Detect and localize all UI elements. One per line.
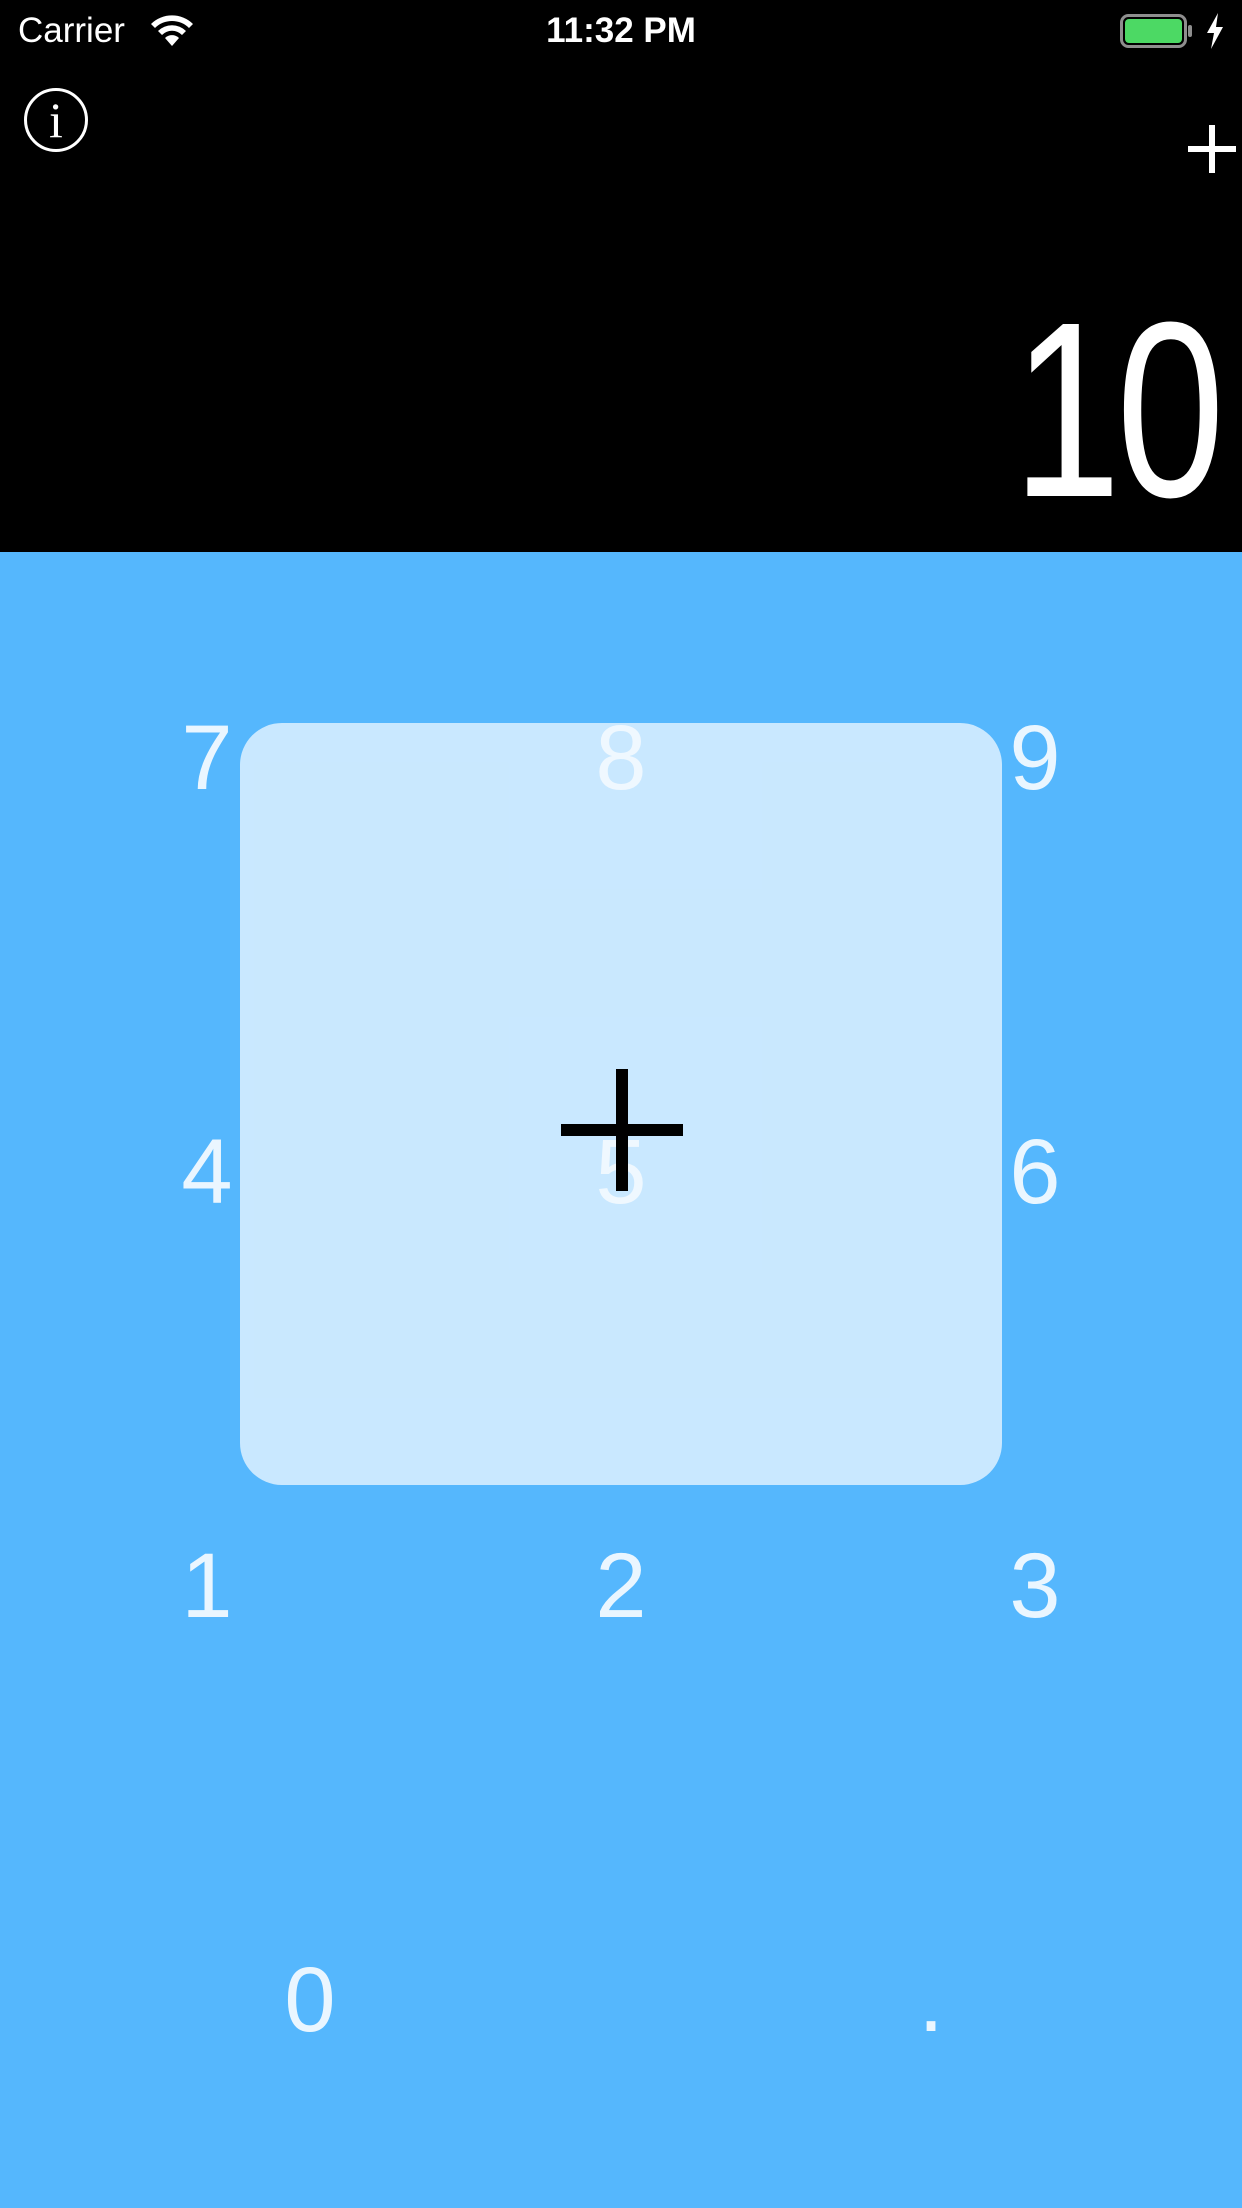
status-bar: Carrier 11:32 PM — [0, 0, 1242, 62]
battery-icon — [1120, 14, 1192, 48]
key-decimal[interactable]: . — [851, 1940, 1011, 2060]
calculator-screen: Carrier 11:32 PM i 10 7 8 9 4 — [0, 0, 1242, 2208]
plus-icon — [561, 1069, 683, 1191]
plus-icon — [1188, 125, 1236, 173]
key-1[interactable]: 1 — [127, 1526, 287, 1646]
key-2[interactable]: 2 — [541, 1526, 701, 1646]
info-button[interactable]: i — [24, 88, 88, 152]
status-time: 11:32 PM — [546, 11, 696, 50]
display-panel: Carrier 11:32 PM i 10 — [0, 0, 1242, 552]
key-0[interactable]: 0 — [230, 1940, 390, 2060]
result-display: 10 — [1012, 270, 1224, 549]
charging-bolt-icon — [1207, 13, 1223, 49]
key-3[interactable]: 3 — [955, 1526, 1115, 1646]
